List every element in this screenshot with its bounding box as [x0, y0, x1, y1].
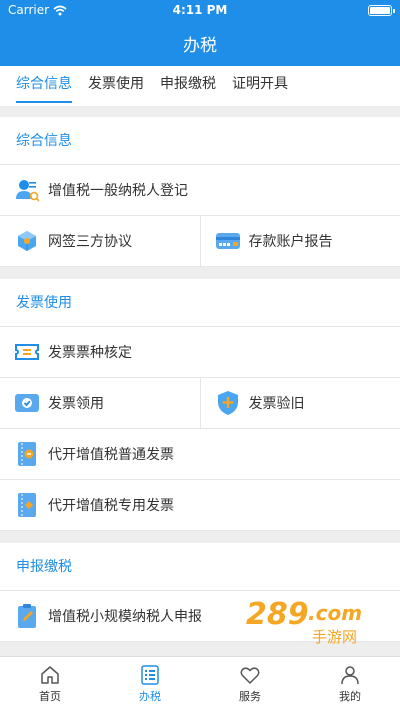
page-title: 办税 — [183, 36, 217, 56]
svg-text:.com: .com — [308, 601, 362, 625]
status-bar: Carrier 4:11 PM — [0, 0, 400, 22]
section-title: 申报缴税 — [0, 543, 400, 591]
menu-item-deposit-account-report[interactable]: 存款账户报告 — [199, 216, 400, 266]
menu-row: 网签三方协议 存款账户报告 — [0, 216, 400, 267]
menu-row: 增值税一般纳税人登记 — [0, 165, 400, 216]
menu-item-label: 代开增值税专用发票 — [48, 498, 174, 514]
menu-item-vat-registration[interactable]: 增值税一般纳税人登记 — [0, 165, 400, 215]
tabbar-tax[interactable]: 办税 — [100, 657, 200, 710]
menu-item-label: 发票票种核定 — [48, 345, 132, 361]
clipboard-edit-icon — [14, 603, 40, 629]
menu-item-issue-vat-normal-invoice[interactable]: 代开增值税普通发票 — [0, 429, 400, 479]
bottom-tab-bar: 首页 办税 服务 我的 — [0, 656, 400, 710]
section-invoice-use: 发票使用 发票票种核定 发票领用 发票验旧 代开增值税普通发票 代开增值税专用发… — [0, 279, 400, 531]
battery-icon — [368, 5, 395, 16]
tabbar-home[interactable]: 首页 — [0, 657, 100, 710]
tab-declare-tax[interactable]: 申报缴税 — [152, 66, 224, 106]
menu-item-label: 发票领用 — [48, 396, 104, 412]
menu-item-invoice-verify-old[interactable]: 发票验旧 — [199, 378, 400, 428]
tabbar-mine[interactable]: 我的 — [300, 657, 400, 710]
user-register-icon — [14, 177, 40, 203]
cube-agreement-icon — [14, 228, 40, 254]
menu-item-label: 网签三方协议 — [48, 234, 132, 250]
ticket-icon — [14, 339, 40, 365]
menu-row: 代开增值税专用发票 — [0, 480, 400, 531]
status-time: 4:11 PM — [172, 3, 228, 17]
shield-plus-icon — [215, 390, 241, 416]
watermark-logo: 289 .com 手游网 — [246, 597, 362, 646]
list-icon — [141, 664, 159, 685]
menu-item-label: 存款账户报告 — [248, 234, 333, 250]
menu-item-label: 发票验旧 — [248, 396, 305, 412]
tabbar-label: 我的 — [339, 689, 361, 703]
invoice-special-icon — [14, 492, 40, 518]
section-general-info: 综合信息 增值税一般纳税人登记 网签三方协议 存款账户报告 — [0, 117, 400, 267]
menu-item-invoice-type-approval[interactable]: 发票票种核定 — [0, 327, 400, 377]
menu-item-tripartite-agreement[interactable]: 网签三方协议 — [0, 216, 200, 266]
menu-item-label: 增值税一般纳税人登记 — [48, 183, 188, 199]
tab-general-info[interactable]: 综合信息 — [8, 66, 80, 106]
navigation-bar: Carrier 4:11 PM 办税 — [0, 0, 400, 66]
menu-item-label: 增值税小规模纳税人申报 — [48, 609, 202, 625]
svg-text:手游网: 手游网 — [312, 628, 357, 646]
menu-item-issue-vat-special-invoice[interactable]: 代开增值税专用发票 — [0, 480, 400, 530]
menu-row: 发票领用 发票验旧 — [0, 378, 400, 429]
home-icon — [41, 665, 59, 684]
person-icon — [341, 665, 359, 684]
section-title: 综合信息 — [0, 117, 400, 165]
section-title: 发票使用 — [0, 279, 400, 327]
tabbar-label: 办税 — [139, 689, 161, 703]
svg-text:289: 289 — [246, 597, 309, 632]
menu-row: 发票票种核定 — [0, 327, 400, 378]
check-envelope-icon — [14, 390, 40, 416]
menu-row: 代开增值税普通发票 — [0, 429, 400, 480]
invoice-normal-icon — [14, 441, 40, 467]
tab-certificate[interactable]: 证明开具 — [224, 66, 296, 106]
tabbar-label: 首页 — [39, 689, 61, 703]
heart-icon — [240, 666, 260, 684]
bank-card-icon — [215, 228, 241, 254]
tabbar-label: 服务 — [239, 689, 261, 703]
tabbar-service[interactable]: 服务 — [200, 657, 300, 710]
content-area: 综合信息 增值税一般纳税人登记 网签三方协议 存款账户报告 发票使用 发票票种核… — [0, 117, 400, 654]
menu-item-label: 代开增值税普通发票 — [48, 447, 174, 463]
menu-item-invoice-collect[interactable]: 发票领用 — [0, 378, 200, 428]
tab-invoice-use[interactable]: 发票使用 — [80, 66, 152, 106]
category-tabs: 综合信息 发票使用 申报缴税 证明开具 — [0, 66, 400, 106]
